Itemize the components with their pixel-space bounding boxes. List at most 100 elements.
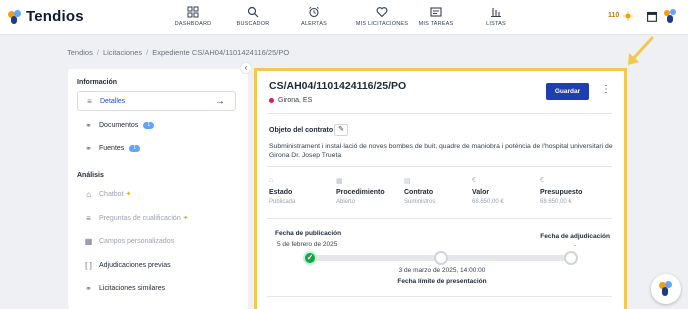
sparkle-icon: ✦ [125,191,132,198]
breadcrumb: Tendios / Licitaciones / Expediente CS/A… [67,48,289,57]
logo-icon [8,9,22,24]
sidebar: Información ≡ Detalles → ⚭ Documentos 1 … [68,69,248,309]
sidebar-item-preguntas[interactable]: ≡ Preguntas de cualificación ✦ [77,208,236,228]
link-icon: ⚭ [85,120,92,130]
deadline-date: 3 de marzo de 2025, 14:00:00 [398,267,486,274]
search-icon [247,6,259,18]
pointer-arrow-icon [628,36,654,65]
location-text: Girona, ES [278,97,313,104]
check-icon: ✓ [306,253,314,262]
app-name: Tendios [26,8,84,25]
sidebar-item-label: Campos personalizados [99,237,175,245]
count-badge: 1 [129,144,141,152]
stat-label: Valor [472,189,490,196]
nav-label: BUSCADOR [236,21,270,27]
chat-assistant-button[interactable] [651,274,681,304]
breadcrumb-current: Expediente CS/AH04/1101424116/25/PO [152,48,290,57]
section-title-informacion: Información [77,79,118,86]
coin-icon[interactable] [623,11,633,21]
stat-label: Contrato [404,189,434,196]
nav-alertas[interactable]: ALERTAS [279,6,349,27]
stat-estado: ⌂ Estado Publicada [269,177,329,205]
timeline-step-published: ✓ [303,251,317,265]
sidebar-item-adjudicaciones[interactable]: [ ] Adjudicaciones previas [77,255,236,275]
nav-buscador[interactable]: BUSCADOR [218,6,288,27]
link-icon: ⚭ [85,143,92,153]
sidebar-item-detalles[interactable]: ≡ Detalles → [77,91,236,111]
divider [267,296,612,297]
sidebar-item-similares[interactable]: ⚭ Licitaciones similares [77,278,236,298]
stat-value: Abierto [336,199,356,205]
sidebar-item-label: Preguntas de cualificación [99,214,181,222]
object-label: Objeto del contrato [269,127,334,134]
stat-procedimiento: ▦ Procedimiento Abierto [336,177,396,205]
tender-detail-card: CS/AH04/1101424116/25/PO Girona, ES Guar… [254,68,627,309]
deadline-label: Fecha límite de presentación [397,278,487,285]
breadcrumb-licitaciones[interactable]: Licitaciones [103,48,142,57]
nav-label: LISTAS [486,21,506,27]
nav-label: DASHBOARD [174,21,212,27]
sidebar-item-chatbot[interactable]: ⌂ Chatbot ✦ [77,184,236,204]
bank-icon: ⌂ [86,189,91,199]
breadcrumb-separator: / [146,48,149,57]
more-options-icon[interactable]: ⋮ [601,85,611,95]
arrow-right-icon: → [215,96,225,107]
stat-presupuesto: € Presupuesto 68.650,00 € [540,177,600,205]
stat-contrato: ▤ Contrato Suministros [404,177,464,205]
stat-label: Estado [269,189,293,196]
list-icon: ≡ [86,213,91,223]
stat-valor: € Valor 68.650,00 € [472,177,532,205]
stat-value: 68.650,00 € [472,199,504,205]
top-bar: Tendios DASHBOARD BUSCADOR ALERTAS MIS L… [0,0,688,35]
divider [267,113,612,114]
location: Girona, ES [269,97,312,104]
sidebar-item-campos[interactable]: ▦ Campos personalizados [77,231,236,251]
stat-value: Suministros [404,199,436,205]
document-icon: ▤ [404,178,411,185]
sidebar-item-fuentes[interactable]: ⚭ Fuentes 1 [77,138,236,158]
breadcrumb-home[interactable]: Tendios [67,48,93,57]
stat-value: 68.650,00 € [540,199,572,205]
sidebar-item-label: Fuentes [99,144,125,152]
award-date: - [574,243,576,249]
grid-icon: ▦ [336,178,343,185]
publication-date-label: Fecha de publicación [275,230,342,237]
alarm-clock-icon [309,6,319,18]
pencil-icon: ✎ [338,126,344,133]
nav-label: MIS TAREAS [418,21,454,27]
award-date-label: Fecha de adjudicación [540,233,610,240]
object-text: Subministrament i instal·lació de noves … [269,143,613,159]
sidebar-item-documentos[interactable]: ⚭ Documentos 1 [77,115,236,135]
section-title-analisis: Análisis [77,172,104,179]
sidebar-item-label: Licitaciones similares [99,284,166,292]
nav-listas[interactable]: LISTAS [461,6,531,27]
divider [267,218,612,219]
bank-icon: ⌂ [269,177,274,184]
timeline-step-award [564,251,578,265]
stat-label: Procedimiento [336,189,385,196]
location-pin-icon [269,98,274,103]
grid-icon: ▦ [84,236,93,246]
count-badge: 1 [143,121,155,129]
nav-label: ALERTAS [301,21,327,27]
sidebar-item-label: Adjudicaciones previas [99,261,171,269]
heart-icon [376,7,388,18]
app-logo[interactable]: Tendios [8,8,84,25]
sparkle-icon: ✦ [182,215,189,222]
tasks-icon [430,7,442,17]
sidebar-item-label: Documentos [99,121,139,129]
collapse-sidebar-button[interactable]: ‹ [240,62,252,74]
timeline-step-deadline [434,251,448,265]
edit-object-button[interactable]: ✎ [334,124,348,136]
euro-icon: € [540,177,544,184]
save-button[interactable]: Guardar [546,83,589,100]
stat-value: Publicada [269,199,296,205]
breadcrumb-separator: / [96,48,99,57]
list-icon: ≡ [87,96,92,106]
user-avatar[interactable] [664,9,678,23]
euro-icon: € [472,177,476,184]
calendar-icon[interactable] [647,11,657,22]
link-icon: ⚭ [85,283,92,293]
page-title: CS/AH04/1101424116/25/PO [269,80,407,92]
sidebar-item-label: Detalles [100,97,126,105]
